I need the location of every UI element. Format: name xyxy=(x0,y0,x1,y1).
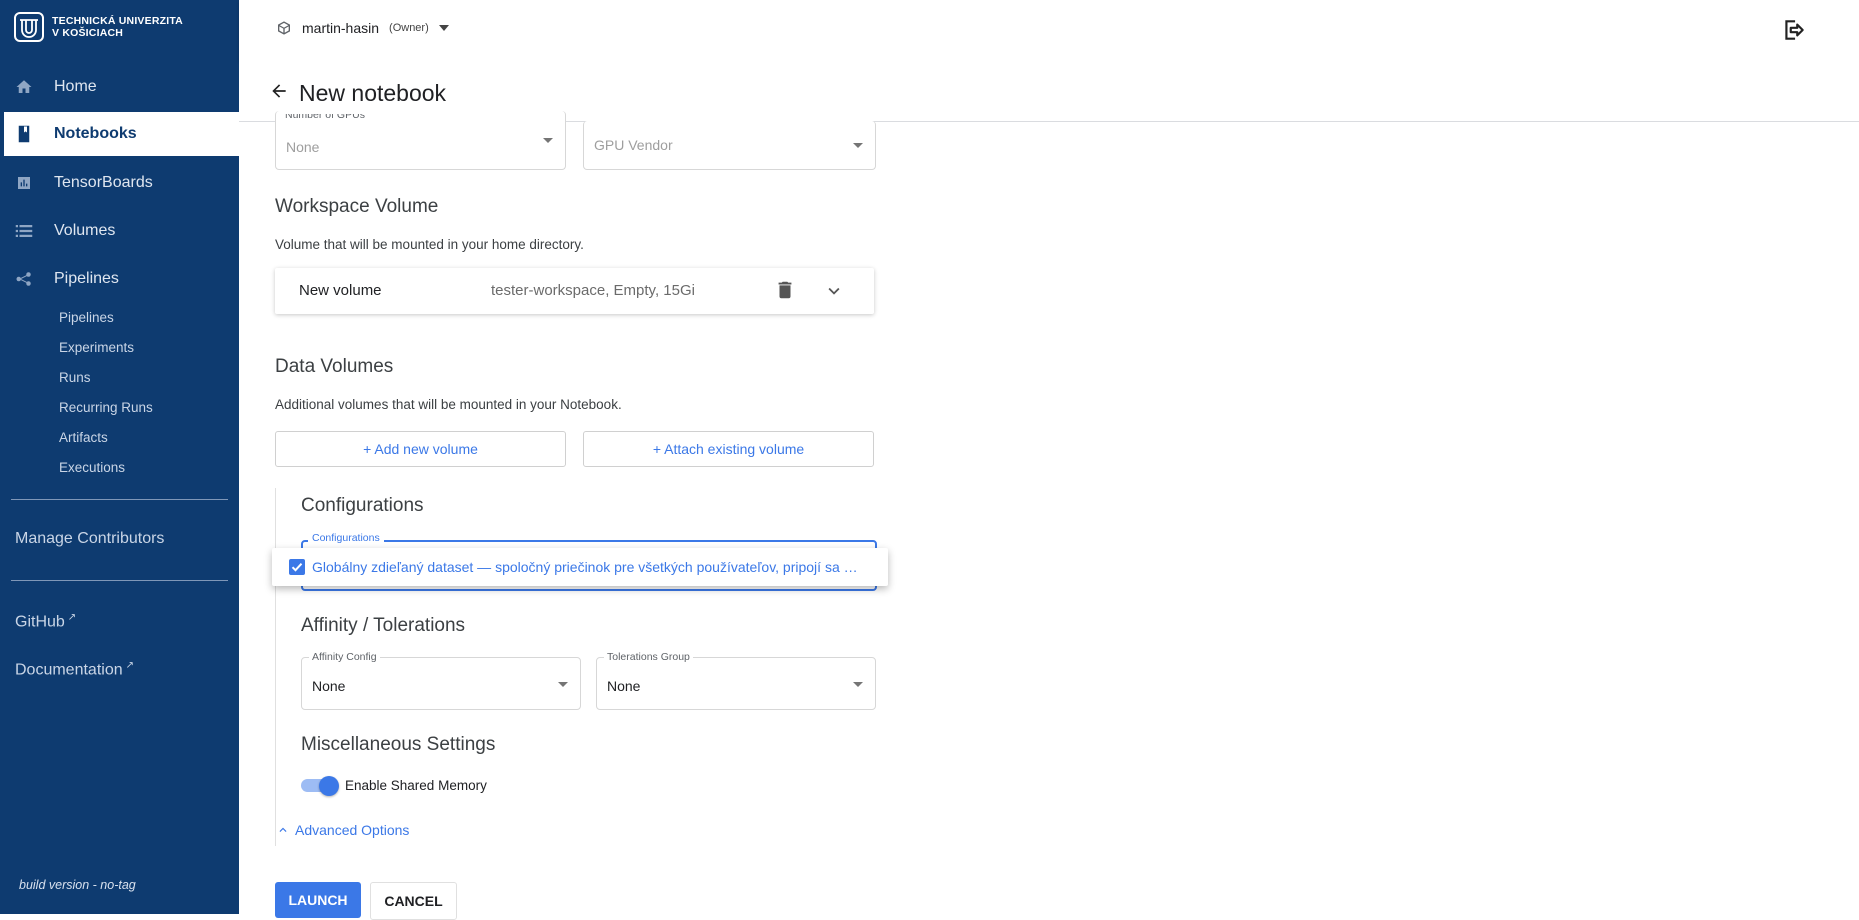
github-link[interactable]: GitHub ↗ xyxy=(15,612,76,631)
university-logo[interactable]: TECHNICKÁ UNIVERZITA V KOŠICIACH xyxy=(14,12,183,42)
affinity-config-value: None xyxy=(312,678,346,694)
attach-existing-volume-button[interactable]: + Attach existing volume xyxy=(583,431,874,467)
shared-memory-label: Enable Shared Memory xyxy=(345,778,487,793)
advanced-options-toggle[interactable]: Advanced Options xyxy=(276,822,409,838)
gpu-count-value: None xyxy=(286,139,320,155)
sidebar-divider xyxy=(11,580,228,581)
gpu-vendor-placeholder: GPU Vendor xyxy=(594,137,673,153)
gpu-count-label: Number of GPUs xyxy=(282,114,368,121)
back-arrow-icon[interactable] xyxy=(269,81,289,101)
external-link-icon: ↗ xyxy=(67,612,77,623)
chart-icon xyxy=(14,173,34,193)
build-version: build version - no-tag xyxy=(19,878,136,892)
configuration-option[interactable]: Globálny zdieľaný dataset — spoločný pri… xyxy=(312,559,872,575)
logout-icon[interactable] xyxy=(1781,17,1807,43)
workspace-volume-card[interactable]: New volume tester-workspace, Empty, 15Gi xyxy=(275,268,874,314)
active-indicator xyxy=(0,112,4,156)
configurations-title: Configurations xyxy=(301,495,424,516)
sidebar-subitem-executions[interactable]: Executions xyxy=(59,460,125,475)
check-icon xyxy=(291,563,303,572)
manage-contributors-link[interactable]: Manage Contributors xyxy=(15,530,164,548)
section-guide-line xyxy=(275,488,276,846)
sidebar-item-tensorboards[interactable]: TensorBoards xyxy=(0,161,239,205)
documentation-link[interactable]: Documentation ↗ xyxy=(15,660,134,679)
pipeline-icon xyxy=(14,269,34,289)
namespace-role: (Owner) xyxy=(389,22,429,34)
gpu-vendor-select[interactable]: GPU Vendor xyxy=(583,121,876,170)
chevron-down-icon xyxy=(558,681,568,687)
affinity-title: Affinity / Tolerations xyxy=(301,615,466,636)
data-volumes-desc: Additional volumes that will be mounted … xyxy=(275,397,622,412)
logo-line-2: V KOŠICIACH xyxy=(52,27,124,39)
tolerations-group-value: None xyxy=(607,678,641,694)
logo-line-1: TECHNICKÁ UNIVERZITA xyxy=(52,15,183,27)
volume-name: New volume xyxy=(299,282,382,299)
sidebar-item-label: Notebooks xyxy=(54,125,137,142)
sidebar-subitem-pipelines[interactable]: Pipelines xyxy=(59,310,114,325)
chevron-down-icon xyxy=(543,138,553,143)
affinity-config-label: Affinity Config xyxy=(309,651,380,663)
data-volumes-title: Data Volumes xyxy=(275,356,394,377)
chevron-down-icon[interactable] xyxy=(823,280,845,302)
sidebar-item-label: Pipelines xyxy=(54,270,119,287)
volume-desc: tester-workspace, Empty, 15Gi xyxy=(491,282,695,299)
sidebar-item-label: Home xyxy=(54,78,97,95)
workspace-volume-title: Workspace Volume xyxy=(275,196,439,217)
launch-button[interactable]: LAUNCH xyxy=(275,882,361,918)
notebook-icon xyxy=(14,124,34,144)
chevron-up-icon xyxy=(279,827,287,832)
sidebar-item-notebooks[interactable]: Notebooks xyxy=(0,112,239,156)
add-new-volume-button[interactable]: + Add new volume xyxy=(275,431,566,467)
workspace-volume-desc: Volume that will be mounted in your home… xyxy=(275,237,584,252)
toggle-knob xyxy=(319,776,339,796)
sidebar-item-label: Volumes xyxy=(54,222,116,239)
chevron-down-icon xyxy=(853,681,863,687)
sidebar-subitem-recurring-runs[interactable]: Recurring Runs xyxy=(59,400,153,415)
sidebar-subitem-runs[interactable]: Runs xyxy=(59,370,91,385)
namespace-name: martin-hasin xyxy=(302,20,380,36)
external-link-icon: ↗ xyxy=(125,660,135,671)
github-label: GitHub xyxy=(15,613,65,631)
logo-icon xyxy=(14,12,44,42)
trash-icon[interactable] xyxy=(774,279,796,301)
configurations-dropdown: Globálny zdieľaný dataset — spoločný pri… xyxy=(272,548,888,586)
sidebar-item-label: TensorBoards xyxy=(54,174,153,191)
tolerations-group-label: Tolerations Group xyxy=(604,651,693,663)
sidebar-item-pipelines[interactable]: Pipelines xyxy=(0,257,239,301)
sidebar: TECHNICKÁ UNIVERZITA V KOŠICIACH Home No… xyxy=(0,0,239,914)
advanced-options-label: Advanced Options xyxy=(295,822,410,838)
sidebar-item-volumes[interactable]: Volumes xyxy=(0,209,239,253)
sidebar-item-home[interactable]: Home xyxy=(0,65,239,109)
checkbox-checked[interactable] xyxy=(289,559,305,575)
sidebar-divider xyxy=(11,499,228,500)
logo-text: TECHNICKÁ UNIVERZITA V KOŠICIACH xyxy=(52,15,183,39)
namespace-selector[interactable]: martin-hasin (Owner) xyxy=(276,20,449,36)
page-title: New notebook xyxy=(299,80,447,106)
volumes-icon xyxy=(14,221,34,241)
shared-memory-toggle[interactable] xyxy=(301,776,339,796)
cancel-button[interactable]: CANCEL xyxy=(370,882,457,920)
documentation-label: Documentation xyxy=(15,661,123,679)
tolerations-group-select[interactable]: None xyxy=(596,657,876,710)
home-icon xyxy=(14,77,34,97)
top-bar: martin-hasin (Owner) xyxy=(239,0,1859,61)
affinity-config-select[interactable]: None xyxy=(301,657,581,710)
chevron-down-icon xyxy=(853,143,863,148)
sidebar-subitem-experiments[interactable]: Experiments xyxy=(59,340,134,355)
misc-settings-title: Miscellaneous Settings xyxy=(301,734,496,755)
configurations-field-label: Configurations xyxy=(308,532,384,544)
sidebar-subitem-artifacts[interactable]: Artifacts xyxy=(59,430,108,445)
caret-down-icon xyxy=(438,25,449,31)
cube-icon xyxy=(278,21,290,35)
